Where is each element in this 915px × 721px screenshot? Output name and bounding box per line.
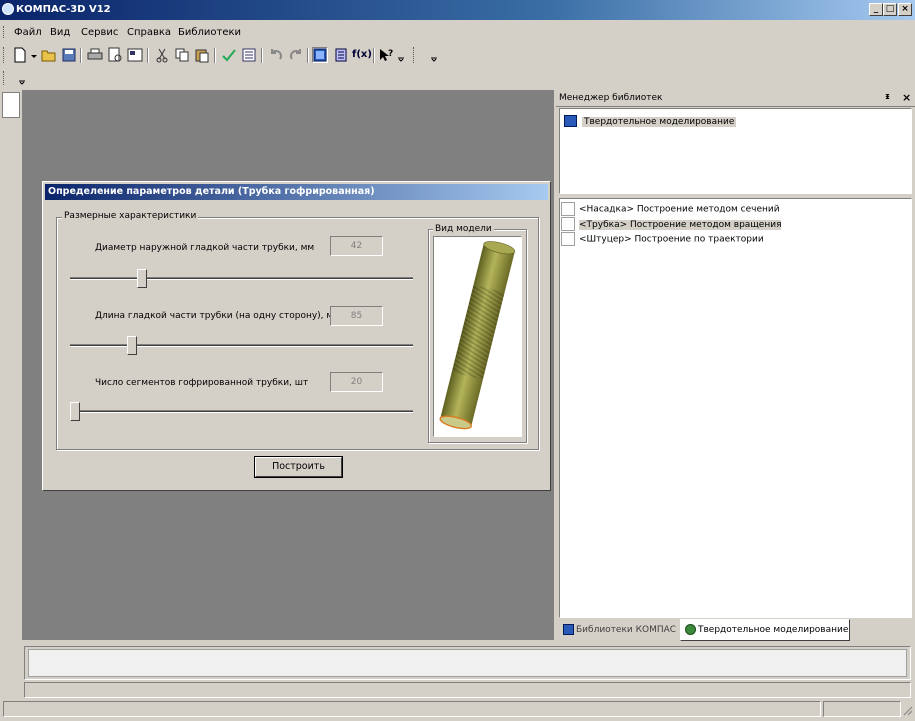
close-panel-icon[interactable]: × — [902, 91, 911, 104]
library-items-list: <Насадка> Построение методом сечений <Тр… — [559, 198, 912, 618]
compact-toolbar — [0, 68, 915, 90]
library-manager-title: Менеджер библиотек — [559, 93, 663, 103]
left-panel-tab[interactable] — [2, 92, 20, 118]
list-icon[interactable] — [241, 47, 257, 63]
standard-toolbar: f(x) ? — [0, 42, 915, 68]
chevron-down-icon[interactable] — [30, 47, 38, 63]
length-value-field[interactable]: 85 — [330, 306, 383, 326]
new-doc-icon[interactable] — [12, 47, 28, 63]
chevron-down-icon[interactable] — [18, 70, 26, 86]
tab-kompas-libraries[interactable]: Библиотеки КОМПАС — [559, 620, 680, 640]
chevron-down-icon[interactable] — [430, 47, 438, 63]
toolbar-separator — [261, 48, 263, 63]
part-params-dialog: Определение параметров детали (Трубка го… — [42, 181, 551, 491]
minimize-button[interactable]: _ — [869, 3, 883, 16]
close-button[interactable]: × — [898, 3, 912, 16]
tab-label: Библиотеки КОМПАС — [576, 625, 677, 635]
toolbar-grip[interactable] — [3, 47, 7, 63]
copy-icon[interactable] — [174, 47, 190, 63]
item-checkbox[interactable] — [561, 202, 575, 216]
list-item-shtucer[interactable]: <Штуцер> Построение по траектории — [561, 232, 764, 246]
dialog-title: Определение параметров детали (Трубка го… — [48, 186, 375, 197]
menu-bar: Файл Вид Сервис Справка Библиотеки — [0, 22, 915, 42]
library-tree-item-label: Твердотельное моделирование — [582, 116, 737, 127]
chevron-down-icon[interactable] — [397, 47, 405, 63]
menu-view[interactable]: Вид — [50, 27, 70, 38]
properties-field[interactable] — [28, 649, 907, 677]
solid-modeling-icon — [564, 115, 577, 127]
toolbar-separator — [307, 48, 309, 63]
model-preview-label: Вид модели — [433, 224, 494, 234]
hint-bar — [24, 682, 911, 698]
print-icon[interactable] — [87, 47, 103, 63]
list-item-label: <Насадка> Построение методом сечений — [579, 204, 780, 215]
list-item-nasadka[interactable]: <Насадка> Построение методом сечений — [561, 202, 780, 216]
corrugated-pipe-model — [439, 241, 516, 430]
toolbar-separator — [147, 48, 149, 63]
item-checkbox[interactable] — [561, 217, 575, 231]
print-preview-icon[interactable] — [107, 47, 123, 63]
status-area — [0, 642, 915, 721]
diameter-value-field[interactable]: 42 — [330, 236, 383, 256]
length-slider-track[interactable] — [70, 344, 413, 347]
gear-icon — [685, 624, 696, 635]
toolbar-grip[interactable] — [413, 47, 417, 63]
title-bar: КОМПАС-3D V12 _ □ × — [0, 0, 915, 20]
library-book-icon — [563, 624, 574, 635]
diameter-slider-thumb[interactable] — [136, 269, 147, 288]
properties-icon[interactable] — [127, 47, 143, 63]
param-label: Диаметр наружной гладкой части трубки, м… — [95, 243, 315, 253]
redo-icon[interactable] — [288, 47, 304, 63]
variables-icon[interactable] — [333, 47, 349, 63]
segments-value-field[interactable]: 20 — [330, 372, 383, 392]
item-checkbox[interactable] — [561, 232, 575, 246]
menu-file[interactable]: Файл — [14, 27, 42, 38]
pin-icon[interactable]: ᵻ — [885, 92, 890, 102]
library-tree-item[interactable]: Твердотельное моделирование — [564, 115, 737, 127]
library-tree-box: Твердотельное моделирование — [559, 108, 912, 194]
status-bar-cell — [823, 701, 901, 717]
list-item-label: <Трубка> Построение методом вращения — [579, 219, 782, 230]
dialog-title-bar[interactable]: Определение параметров детали (Трубка го… — [45, 184, 548, 200]
list-item-label: <Штуцер> Построение по траектории — [579, 234, 764, 245]
menu-grip[interactable] — [3, 26, 7, 38]
window-title: КОМПАС-3D V12 — [16, 4, 111, 15]
open-folder-icon[interactable] — [41, 47, 57, 63]
model-preview-image — [433, 236, 522, 437]
status-bar — [3, 701, 821, 717]
cut-icon[interactable] — [154, 47, 170, 63]
segments-slider-thumb[interactable] — [70, 402, 80, 421]
check-icon[interactable] — [221, 47, 237, 63]
diameter-slider-track[interactable] — [70, 277, 413, 280]
tab-label: Твердотельное моделирование — [698, 625, 849, 635]
maximize-button[interactable]: □ — [883, 3, 897, 16]
param-label: Длина гладкой части трубки (на одну стор… — [95, 311, 340, 321]
toolbar-separator — [373, 48, 375, 63]
help-pointer-icon[interactable]: ? — [378, 47, 394, 63]
length-slider-thumb[interactable] — [126, 336, 137, 355]
build-button[interactable]: Построить — [254, 456, 343, 478]
library-manager-header: Менеджер библиотек ᵻ × — [556, 90, 915, 107]
left-panel-strip — [0, 90, 22, 638]
menu-libraries[interactable]: Библиотеки — [178, 27, 241, 38]
library-manager-panel: Менеджер библиотек ᵻ × Твердотельное мод… — [556, 90, 915, 642]
menu-help[interactable]: Справка — [127, 27, 171, 38]
param-label: Число сегментов гофрированной трубки, шт — [95, 378, 309, 388]
list-item-trubka[interactable]: <Трубка> Построение методом вращения — [561, 217, 782, 231]
undo-icon[interactable] — [268, 47, 284, 63]
toolbar-separator — [214, 48, 216, 63]
tab-solid-modeling[interactable]: Твердотельное моделирование — [680, 619, 850, 641]
save-icon[interactable] — [61, 47, 77, 63]
toolbar-grip[interactable] — [3, 71, 7, 85]
svg-text:?: ? — [388, 49, 393, 59]
segments-slider-track[interactable] — [70, 410, 413, 413]
menu-service[interactable]: Сервис — [81, 27, 118, 38]
dimensions-group-label: Размерные характеристики — [62, 211, 199, 221]
toolbar-separator — [80, 48, 82, 63]
fx-icon[interactable]: f(x) — [352, 47, 372, 63]
app-logo-icon — [2, 3, 14, 15]
paste-icon[interactable] — [194, 47, 210, 63]
tree-icon[interactable] — [312, 47, 328, 63]
resize-grip-icon[interactable] — [901, 704, 913, 716]
